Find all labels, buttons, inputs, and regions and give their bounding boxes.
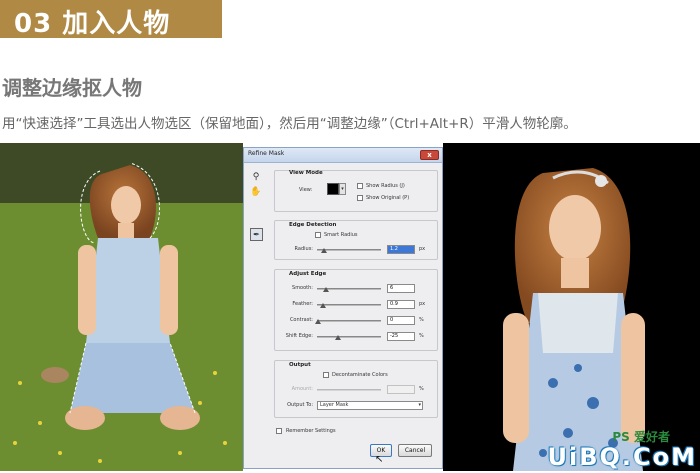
shift-edge-slider[interactable]: [317, 336, 381, 338]
edge-detection-group: Edge Detection Smart Radius Radius: 1.2 …: [274, 220, 438, 260]
cancel-button[interactable]: Cancel: [398, 444, 432, 457]
contrast-input[interactable]: 0: [387, 316, 415, 325]
dialog-title: Refine Mask: [248, 150, 285, 157]
magnifier-icon[interactable]: ⚲: [250, 171, 262, 183]
view-mode-label: View Mode: [289, 170, 323, 176]
instruction-text: 用“快速选择”工具选出人物选区（保留地面），然后用“调整边缘”（Ctrl+Alt…: [2, 116, 577, 132]
output-to-label: Output To:: [287, 402, 313, 408]
contrast-slider[interactable]: [317, 320, 381, 322]
smooth-slider-thumb[interactable]: [323, 287, 329, 292]
section-subtitle: 调整边缘抠人物: [2, 76, 142, 100]
smart-radius-label: Smart Radius: [324, 232, 358, 238]
edge-detection-label: Edge Detection: [289, 222, 337, 228]
feather-unit: px: [419, 301, 426, 307]
view-thumbnail[interactable]: [327, 183, 339, 195]
view-label: View:: [299, 187, 313, 193]
view-mode-group: View Mode View: ▾ Show Radius (J) Show O…: [274, 170, 438, 212]
feather-slider-thumb[interactable]: [320, 303, 326, 308]
girl-cutout-illustration: [503, 168, 645, 471]
amount-label: Amount:: [291, 386, 313, 392]
smooth-input[interactable]: 6: [387, 284, 415, 293]
close-button[interactable]: x: [420, 150, 439, 160]
radius-input[interactable]: 1.2: [387, 245, 415, 254]
dialog-titlebar[interactable]: Refine Mask x: [244, 148, 442, 163]
smooth-label: Smooth:: [292, 285, 313, 291]
original-photo: [0, 143, 243, 471]
mouse-pointer-icon: ↖: [375, 454, 384, 465]
feather-input[interactable]: 0.9: [387, 300, 415, 309]
shift-edge-input[interactable]: -25: [387, 332, 415, 341]
output-group: Output Decontaminate Colors Amount: % Ou…: [274, 360, 438, 418]
view-dropdown-button[interactable]: ▾: [339, 183, 346, 195]
output-to-value: Layer Mask: [320, 402, 349, 408]
amount-unit: %: [419, 386, 424, 392]
girl-on-grass-illustration: [0, 143, 243, 471]
step-title: 03 加入人物: [14, 9, 171, 39]
show-radius-checkbox[interactable]: [357, 183, 363, 189]
decontaminate-colors-label: Decontaminate Colors: [332, 372, 388, 378]
amount-slider[interactable]: [317, 389, 381, 391]
refine-mask-dialog: Refine Mask x ⚲ ✋ ✒ View Mode View: ▾ Sh…: [243, 147, 443, 469]
chevron-down-icon: ▾: [418, 402, 421, 408]
contrast-label: Contrast:: [289, 317, 313, 323]
show-original-checkbox[interactable]: [357, 195, 363, 201]
feather-slider[interactable]: [317, 304, 381, 306]
step-banner: 03 加入人物: [0, 0, 222, 39]
smart-radius-checkbox[interactable]: [315, 232, 321, 238]
site-watermark: UiBQ.CoM: [547, 443, 697, 471]
shift-edge-unit: %: [419, 333, 424, 339]
radius-unit: px: [419, 246, 426, 252]
radius-label: Radius:: [294, 246, 313, 252]
output-label: Output: [289, 362, 311, 368]
show-radius-label: Show Radius (J): [366, 183, 405, 189]
shift-edge-slider-thumb[interactable]: [335, 335, 341, 340]
remember-settings-checkbox[interactable]: [276, 428, 282, 434]
radius-slider-thumb[interactable]: [321, 248, 327, 253]
amount-input[interactable]: [387, 385, 415, 394]
adjust-edge-label: Adjust Edge: [289, 271, 327, 277]
decontaminate-colors-checkbox[interactable]: [323, 372, 329, 378]
remember-settings-label: Remember Settings: [286, 428, 336, 434]
shift-edge-label: Shift Edge:: [285, 333, 313, 339]
show-original-label: Show Original (P): [366, 195, 410, 201]
refine-brush-icon[interactable]: ✒: [250, 228, 263, 241]
hand-icon[interactable]: ✋: [250, 186, 262, 198]
contrast-unit: %: [419, 317, 424, 323]
contrast-slider-thumb[interactable]: [315, 319, 321, 324]
feather-label: Feather:: [292, 301, 313, 307]
adjust-edge-group: Adjust Edge Smooth: 6 Feather: 0.9 px Co…: [274, 269, 438, 351]
extracted-result-photo: [443, 143, 700, 471]
output-to-select[interactable]: Layer Mask ▾: [317, 401, 423, 410]
